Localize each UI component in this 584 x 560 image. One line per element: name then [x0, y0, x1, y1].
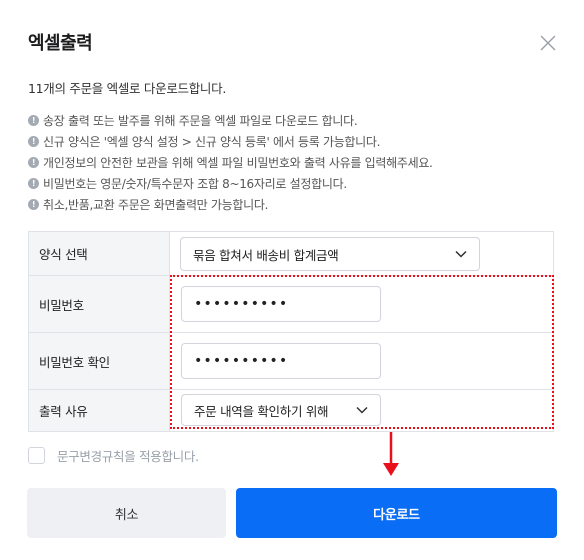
info-icon: !	[28, 178, 39, 189]
notice-text: 취소,반품,교환 주문은 화면출력만 가능합니다.	[43, 198, 269, 212]
notice-item: ! 취소,반품,교환 주문은 화면출력만 가능합니다.	[28, 194, 433, 215]
annotation-arrow-icon	[383, 432, 399, 476]
reason-label: 출력 사유	[29, 390, 170, 431]
password-row: 비밀번호	[29, 276, 553, 333]
info-icon: !	[28, 199, 39, 210]
apply-rules-option: 문구변경규칙을 적용합니다.	[28, 446, 199, 465]
chevron-down-icon	[455, 250, 467, 258]
info-icon: !	[28, 115, 39, 126]
download-summary: 11개의 주문을 엑셀로 다운로드합니다.	[28, 81, 227, 96]
password-confirm-row: 비밀번호 확인	[29, 333, 553, 390]
notice-item: ! 비밀번호는 영문/숫자/특수문자 조합 8~16자리로 설정합니다.	[28, 173, 433, 194]
reason-row: 출력 사유 주문 내역을 확인하기 위해	[29, 390, 553, 431]
notice-item: ! 개인정보의 안전한 보관을 위해 엑셀 파일 비밀번호와 출력 사유를 입력…	[28, 152, 433, 173]
template-select[interactable]: 묶음 합쳐서 배송비 합계금액	[180, 237, 480, 271]
template-row: 양식 선택 묶음 합쳐서 배송비 합계금액	[29, 232, 553, 276]
notice-item: ! 송장 출력 또는 발주를 위해 주문을 엑셀 파일로 다운로드 합니다.	[28, 110, 433, 131]
cancel-button[interactable]: 취소	[27, 488, 226, 538]
notice-item: ! 신규 양식은 '엑셀 양식 설정 > 신규 양식 등록' 에서 등록 가능합…	[28, 131, 433, 152]
close-icon[interactable]	[537, 32, 559, 54]
excel-export-dialog: 엑셀출력 11개의 주문을 엑셀로 다운로드합니다. ! 송장 출력 또는 발주…	[0, 0, 584, 560]
notice-text: 송장 출력 또는 발주를 위해 주문을 엑셀 파일로 다운로드 합니다.	[43, 114, 358, 128]
notice-list: ! 송장 출력 또는 발주를 위해 주문을 엑셀 파일로 다운로드 합니다. !…	[28, 110, 433, 215]
reason-select[interactable]: 주문 내역을 확인하기 위해	[181, 394, 381, 426]
download-button[interactable]: 다운로드	[236, 488, 557, 538]
notice-text: 비밀번호는 영문/숫자/특수문자 조합 8~16자리로 설정합니다.	[43, 177, 347, 191]
info-icon: !	[28, 136, 39, 147]
export-form-table: 양식 선택 묶음 합쳐서 배송비 합계금액 비밀번호 비밀번호 확인 출력 사유…	[28, 231, 554, 432]
apply-rules-checkbox[interactable]	[28, 447, 45, 464]
template-select-value: 묶음 합쳐서 배송비 합계금액	[193, 247, 339, 263]
notice-text: 신규 양식은 '엑셀 양식 설정 > 신규 양식 등록' 에서 등록 가능합니다…	[43, 135, 381, 149]
reason-select-value: 주문 내역을 확인하기 위해	[194, 403, 329, 419]
password-label: 비밀번호	[29, 276, 170, 332]
dialog-title: 엑셀출력	[28, 33, 93, 54]
info-icon: !	[28, 157, 39, 168]
template-label: 양식 선택	[29, 232, 170, 275]
notice-text: 개인정보의 안전한 보관을 위해 엑셀 파일 비밀번호와 출력 사유를 입력해주…	[43, 156, 433, 170]
apply-rules-label: 문구변경규칙을 적용합니다.	[57, 449, 199, 464]
password-confirm-label: 비밀번호 확인	[29, 333, 170, 389]
chevron-down-icon	[356, 406, 368, 414]
password-input[interactable]	[181, 286, 381, 322]
password-confirm-input[interactable]	[181, 343, 381, 379]
